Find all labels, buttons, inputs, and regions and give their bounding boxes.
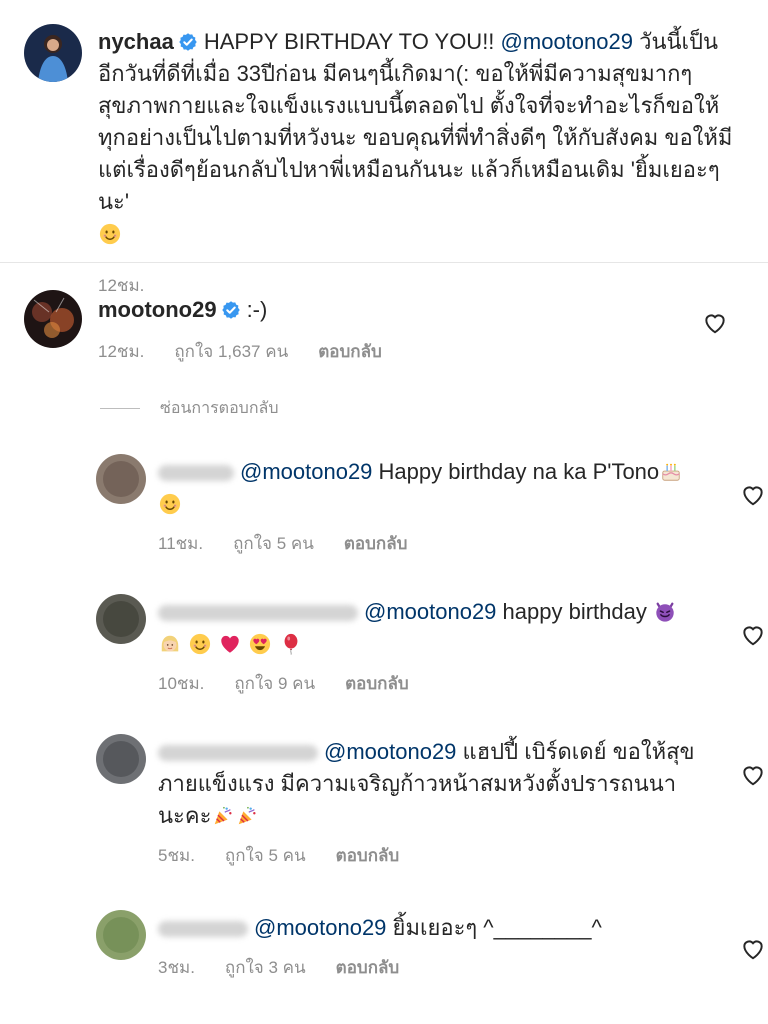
birthday-cake-icon: [660, 461, 682, 483]
caption-text-pre: HAPPY BIRTHDAY TO YOU!!: [203, 29, 495, 54]
smiling-devil-icon: [654, 601, 676, 623]
caption-text-post: วันนี้เป็นอีกวันที่ดีที่เมื่อ 33ปีก่อน ม…: [98, 29, 733, 214]
reply-timestamp: 5ชม.: [158, 846, 195, 865]
hide-replies-label: ซ่อนการตอบกลับ: [160, 400, 279, 417]
blurred-username[interactable]: [158, 605, 358, 622]
party-popper-icon: [212, 805, 234, 827]
reply-meta: 3ชม. ถูกใจ 3 คน ตอบกลับ: [158, 954, 698, 981]
like-heart-icon[interactable]: [740, 622, 766, 648]
smiling-face-icon: [99, 223, 121, 245]
avatar-mootono29[interactable]: [24, 290, 82, 348]
reply-text: @mootono29 แฮปปี้ เบิร์ดเดย์ ขอให้สุขภาย…: [158, 736, 698, 832]
reply-button[interactable]: ตอบกลับ: [318, 338, 382, 365]
comment-text: mootono29 :-): [98, 294, 688, 326]
avatar-blurred[interactable]: [96, 594, 146, 644]
reply-button[interactable]: ตอบกลับ: [336, 842, 400, 869]
caption-username[interactable]: nychaa: [98, 29, 174, 54]
balloon-icon: [280, 633, 302, 655]
comment-body-text: :-): [246, 297, 268, 322]
comment-likes[interactable]: ถูกใจ 1,637 คน: [174, 338, 288, 365]
reply-timestamp: 11ชม.: [158, 534, 204, 553]
blurred-username[interactable]: [158, 921, 248, 938]
reply-body-text: ยิ้มเยอะๆ ^________^: [392, 915, 602, 940]
like-heart-icon[interactable]: [740, 762, 766, 788]
avatar-nychaa[interactable]: [24, 24, 82, 82]
reply-meta: 11ชม. ถูกใจ 5 คน ตอบกลับ: [158, 530, 698, 557]
reply-mention[interactable]: @mootono29: [324, 739, 456, 764]
reply-mention[interactable]: @mootono29: [254, 915, 386, 940]
reply-button[interactable]: ตอบกลับ: [336, 954, 400, 981]
reply-likes[interactable]: ถูกใจ 5 คน: [233, 530, 314, 557]
reply-button[interactable]: ตอบกลับ: [344, 530, 408, 557]
reply-mention[interactable]: @mootono29: [240, 459, 372, 484]
caption-mention[interactable]: @mootono29: [501, 29, 633, 54]
smiling-face-icon: [159, 493, 181, 515]
avatar-blurred[interactable]: [96, 734, 146, 784]
reply-body-text: happy birthday: [502, 599, 647, 624]
reply-text: @mootono29 happy birthday: [158, 596, 698, 660]
blurred-username[interactable]: [158, 745, 318, 762]
avatar-blurred[interactable]: [96, 454, 146, 504]
verified-badge-icon: [178, 32, 198, 52]
red-heart-icon: [219, 633, 241, 655]
party-popper-icon: [236, 805, 258, 827]
reply-mention[interactable]: @mootono29: [364, 599, 496, 624]
heart-eyes-icon: [249, 633, 271, 655]
comment-meta: 12ชม. ถูกใจ 1,637 คน ตอบกลับ: [98, 338, 688, 365]
reply-likes[interactable]: ถูกใจ 9 คน: [234, 670, 315, 697]
reply-body-text: Happy birthday na ka P'Tono: [378, 459, 660, 484]
comment-timestamp: 12ชม.: [98, 342, 145, 361]
hide-replies-line: [100, 408, 140, 409]
like-heart-icon[interactable]: [740, 482, 766, 508]
reply-text: @mootono29 Happy birthday na ka P'Tono: [158, 456, 698, 520]
reply-meta: 10ชม. ถูกใจ 9 คน ตอบกลับ: [158, 670, 698, 697]
smiling-face-icon: [189, 633, 211, 655]
like-heart-icon[interactable]: [702, 310, 728, 336]
reply-likes[interactable]: ถูกใจ 3 คน: [225, 954, 306, 981]
reply-button[interactable]: ตอบกลับ: [345, 670, 409, 697]
verified-badge-icon: [221, 300, 241, 320]
reply-text: @mootono29 ยิ้มเยอะๆ ^________^: [158, 912, 698, 944]
reply-timestamp: 10ชม.: [158, 674, 205, 693]
divider: [0, 262, 768, 263]
comment-username[interactable]: mootono29: [98, 297, 217, 322]
girl-icon: [159, 633, 181, 655]
like-heart-icon[interactable]: [740, 936, 766, 962]
blurred-username[interactable]: [158, 465, 234, 482]
hide-replies-toggle[interactable]: ซ่อนการตอบกลับ: [100, 396, 278, 421]
reply-likes[interactable]: ถูกใจ 5 คน: [225, 842, 306, 869]
caption-text: nychaa HAPPY BIRTHDAY TO YOU!! @mootono29…: [98, 26, 744, 250]
reply-timestamp: 3ชม.: [158, 958, 195, 977]
reply-meta: 5ชม. ถูกใจ 5 คน ตอบกลับ: [158, 842, 698, 869]
avatar-blurred[interactable]: [96, 910, 146, 960]
